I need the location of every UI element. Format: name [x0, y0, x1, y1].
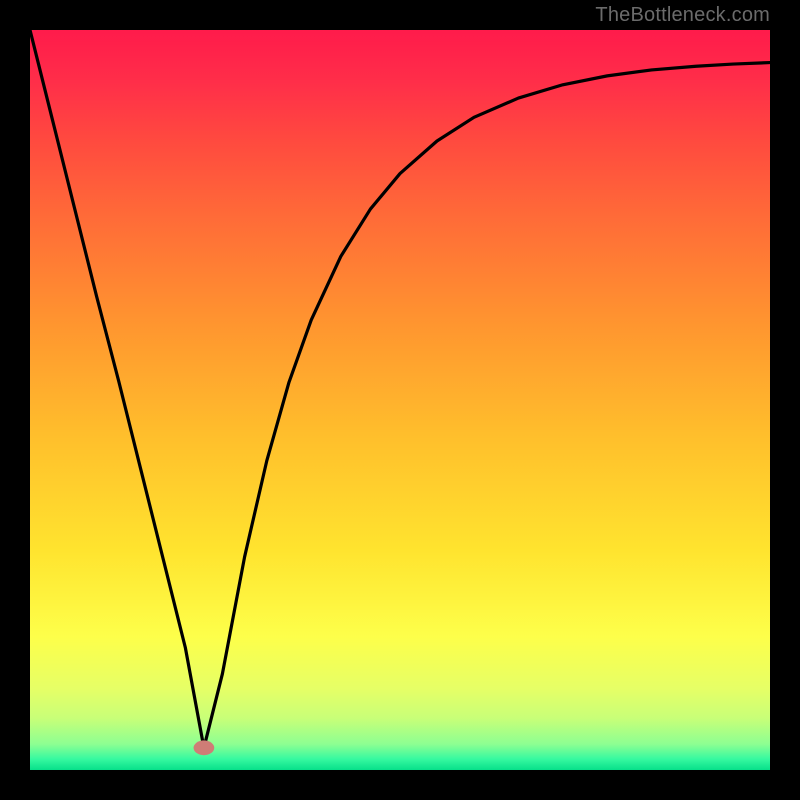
chart-svg — [30, 30, 770, 770]
gradient-background — [30, 30, 770, 770]
watermark-text: TheBottleneck.com — [595, 4, 770, 27]
chart-frame: TheBottleneck.com — [0, 0, 800, 800]
minimum-marker — [194, 740, 215, 755]
plot-area — [30, 30, 770, 770]
